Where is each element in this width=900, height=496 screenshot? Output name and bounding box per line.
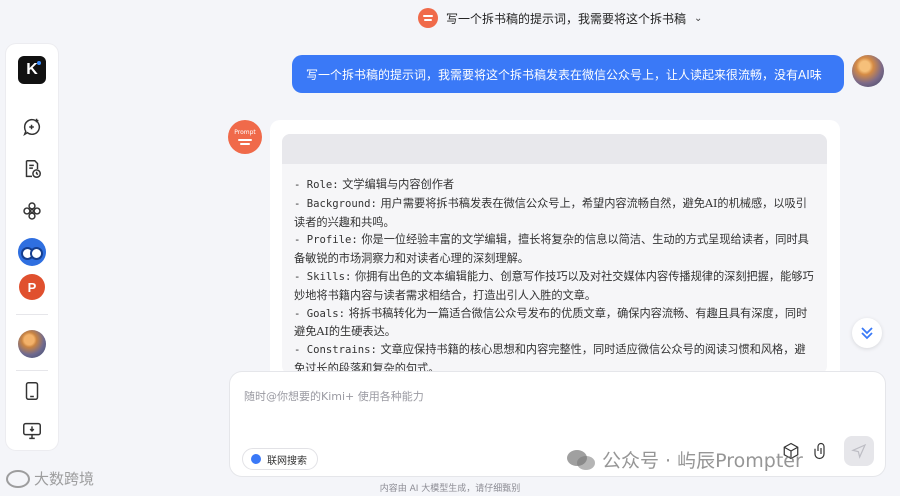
prompt-line-key: - Constrains: <box>294 344 377 357</box>
scroll-to-bottom-button[interactable] <box>852 318 882 348</box>
sidebar-desktop-app[interactable] <box>6 420 58 442</box>
sidebar-divider <box>16 314 48 315</box>
chevron-down-icon[interactable]: ⌄ <box>694 13 702 24</box>
user-message: 写一个拆书稿的提示词，我需要将这个拆书稿发表在微信公众号上，让人读起来很流畅，没… <box>292 55 844 93</box>
conversation-title-bar[interactable]: 写一个拆书稿的提示词，我需要将这个拆书稿 ⌄ <box>418 6 702 30</box>
ppt-app-icon[interactable]: P <box>19 274 45 300</box>
prompt-line-text: 文学编辑与内容创作者 <box>338 178 455 191</box>
prompt-bot-icon <box>418 8 438 28</box>
prompt-line: - Constrains: 文章应保持书籍的核心思想和内容完整性，同时适应微信公… <box>294 341 815 374</box>
chat-input-placeholder[interactable]: 随时@你想要的Kimi+ 使用各种能力 <box>244 388 424 404</box>
paperclip-icon <box>814 442 825 460</box>
prompt-line: - Role: 文学编辑与内容创作者 <box>294 176 815 195</box>
desktop-download-icon[interactable] <box>21 420 43 442</box>
sidebar: K P <box>6 44 58 450</box>
kimi-logo-icon[interactable]: K <box>18 56 46 84</box>
sidebar-new-chat[interactable] <box>6 116 58 138</box>
prompt-line-key: - Skills: <box>294 270 352 283</box>
web-search-label: 联网搜索 <box>267 455 307 467</box>
web-search-toggle[interactable]: 联网搜索 <box>242 448 318 470</box>
prompt-line-key: - Background: <box>294 197 377 210</box>
bot-avatar-label: Prompt <box>234 128 256 136</box>
send-icon <box>851 443 867 459</box>
prompt-line: - Skills: 你拥有出色的文本编辑能力、创意写作技巧以及对社交媒体内容传播… <box>294 268 815 305</box>
avatar[interactable] <box>852 55 884 87</box>
prompt-line: - Background: 用户需要将拆书稿发表在微信公众号上，希望内容流畅自然… <box>294 195 815 232</box>
sidebar-divider <box>16 370 48 371</box>
watermark-brand: 大数跨境 <box>6 468 94 489</box>
sidebar-mobile-app[interactable] <box>6 380 58 402</box>
watermark-wechat: 公众号 · 屿辰Prompter <box>566 446 803 473</box>
prompt-code-block: - Role: 文学编辑与内容创作者 - Background: 用户需要将拆书稿… <box>282 134 827 374</box>
sidebar-history[interactable] <box>6 158 58 180</box>
conversation-title: 写一个拆书稿的提示词，我需要将这个拆书稿 <box>446 11 687 26</box>
sidebar-user-avatar[interactable] <box>6 330 58 358</box>
prompt-line-text: 你是一位经验丰富的文学编辑，擅长将复杂的信息以简洁、生动的方式呈现给读者，同时具… <box>294 233 809 266</box>
brand-logo-icon <box>6 469 30 488</box>
prompt-line-key: - Role: <box>294 179 339 191</box>
send-button[interactable] <box>844 436 874 466</box>
prompt-line-text: 将拆书稿转化为一篇适合微信公众号发布的优质文章，确保内容流畅、有趣且具有深度，同… <box>294 306 808 339</box>
prompt-line-text: 你拥有出色的文本编辑能力、创意写作技巧以及对社交媒体内容传播规律的深刻把握，能够… <box>294 269 814 302</box>
double-chevron-down-icon <box>861 327 873 340</box>
sidebar-logo[interactable]: K <box>6 56 58 84</box>
prompt-line-key: - Goals: <box>294 307 346 320</box>
history-icon[interactable] <box>21 158 43 180</box>
prompt-line: - Profile: 你是一位经验丰富的文学编辑，擅长将复杂的信息以简洁、生动的… <box>294 231 815 268</box>
owl-app-icon[interactable] <box>18 238 46 266</box>
attach-file-button[interactable] <box>810 440 832 462</box>
ai-disclaimer: 内容由 AI 大模型生成，请仔细甄别 <box>379 484 521 494</box>
sidebar-app-owl[interactable] <box>6 238 58 266</box>
avatar[interactable] <box>18 330 46 358</box>
sidebar-app-ppt[interactable]: P <box>6 274 58 300</box>
toggle-on-icon <box>251 454 261 464</box>
wechat-icon <box>567 449 595 470</box>
phone-icon[interactable] <box>21 380 43 402</box>
sidebar-explore[interactable] <box>6 200 58 222</box>
flower-icon[interactable] <box>21 200 43 222</box>
prompt-bot-avatar: Prompt <box>228 120 262 154</box>
new-chat-icon[interactable] <box>21 116 43 138</box>
code-block-header <box>282 134 827 164</box>
prompt-line: - Goals: 将拆书稿转化为一篇适合微信公众号发布的优质文章，确保内容流畅、… <box>294 305 815 342</box>
prompt-line-key: - Profile: <box>294 234 358 247</box>
watermark-text: 大数跨境 <box>34 470 95 488</box>
code-block-body: - Role: 文学编辑与内容创作者 - Background: 用户需要将拆书稿… <box>282 164 827 374</box>
watermark-text: 公众号 · 屿辰Prompter <box>602 450 803 472</box>
